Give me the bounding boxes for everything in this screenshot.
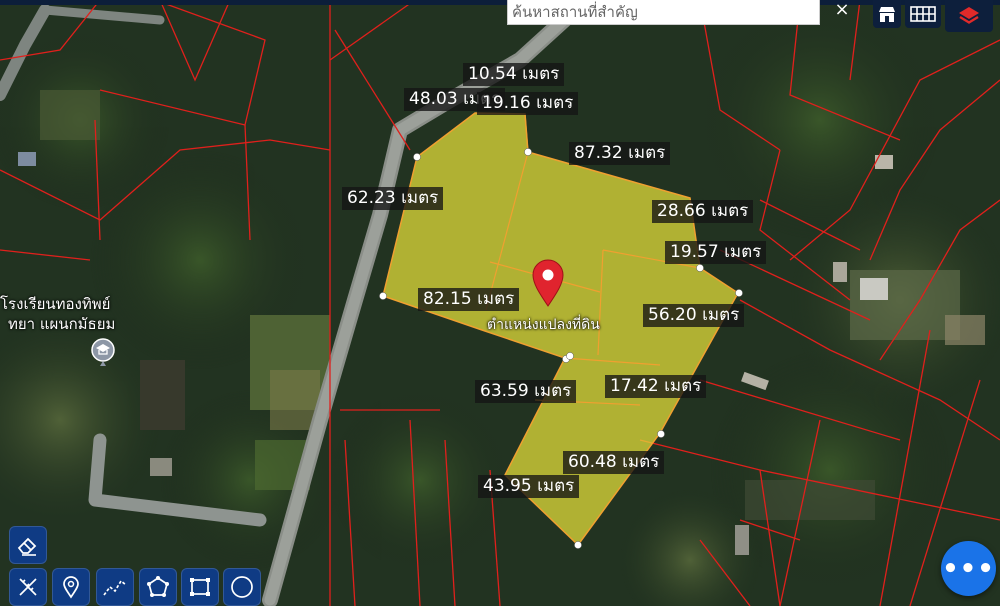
measurement-label: 62.23 เมตร: [342, 187, 444, 210]
ruler-pencil-button[interactable]: [9, 568, 47, 606]
poi-name-line1: โรงเรียนทองทิพย์: [0, 295, 111, 313]
layers-button[interactable]: [945, 0, 993, 32]
measurement-label: 82.15 เมตร: [418, 288, 520, 311]
more-options-button[interactable]: •••: [941, 541, 996, 596]
poi-name-line2: ทยา แผนกมัธยม: [8, 315, 116, 333]
rectangle-icon: [190, 578, 210, 596]
layers-icon: [959, 7, 979, 24]
measurement-label: 43.95 เมตร: [478, 475, 580, 498]
rectangle-button[interactable]: [181, 568, 219, 606]
parcel-location-label: ตำแหน่งแปลงที่ดิน: [487, 317, 600, 333]
polyline-icon: [103, 579, 127, 596]
measurement-label: 28.66 เมตร: [652, 200, 754, 223]
measurement-label: 17.42 เมตร: [605, 375, 707, 398]
location-pin-button[interactable]: [52, 568, 90, 606]
measurement-label: 19.57 เมตร: [665, 241, 767, 264]
grid-button[interactable]: [905, 0, 941, 28]
grid-icon: [910, 6, 936, 22]
polygon-icon: [147, 576, 169, 597]
measurement-label: 56.20 เมตร: [643, 304, 745, 327]
measurement-label: 10.54 เมตร: [463, 63, 565, 86]
circle-button[interactable]: [223, 568, 261, 606]
eraser-icon: [17, 537, 37, 556]
poi-layer-button[interactable]: [873, 0, 901, 28]
circle-icon: [231, 576, 253, 598]
polyline-button[interactable]: [96, 568, 134, 606]
polygon-button[interactable]: [139, 568, 177, 606]
clear-search-button[interactable]: ×: [827, 0, 857, 22]
poi-layer-icon: [879, 7, 895, 22]
ruler-pencil-icon: [19, 578, 37, 596]
location-pin-icon: [63, 576, 79, 599]
search-input[interactable]: [507, 0, 820, 25]
measurement-label: 19.16 เมตร: [477, 92, 579, 115]
measurement-label: 63.59 เมตร: [475, 380, 577, 403]
measurement-label: 60.48 เมตร: [563, 451, 665, 474]
eraser-button[interactable]: [9, 526, 47, 564]
measurement-label: 87.32 เมตร: [569, 142, 671, 165]
more-icon: •••: [942, 553, 995, 584]
